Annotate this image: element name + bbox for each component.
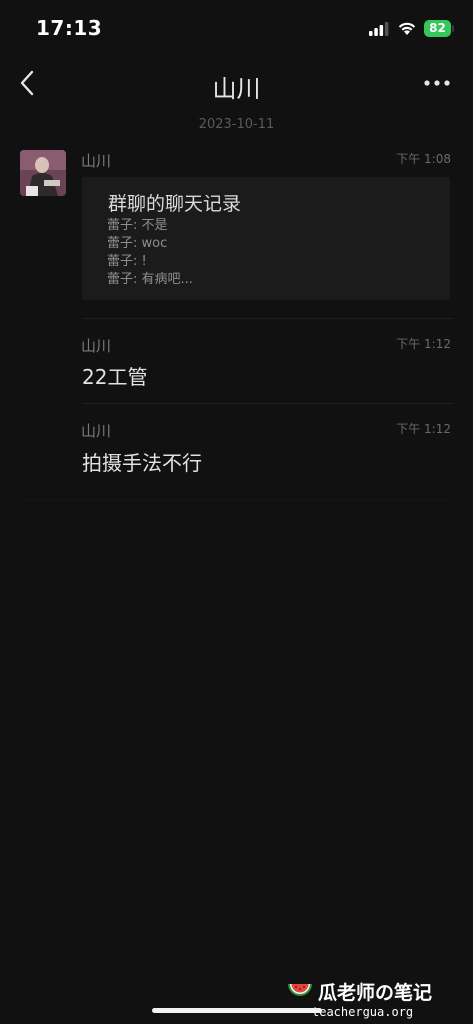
nav-bar: 山川 — [0, 58, 473, 110]
watermark-url: teachergua.org — [312, 1005, 414, 1019]
watermark: 瓜老师の笔记 teachergua.org — [287, 978, 467, 1022]
watermelon-icon — [288, 984, 312, 996]
date-separator: 2023-10-11 — [198, 117, 275, 132]
sender-avatar[interactable] — [20, 150, 66, 196]
status-bar: 17:13 82 — [0, 0, 473, 58]
cellular-signal-icon — [369, 22, 389, 36]
message-divider — [82, 403, 454, 404]
home-indicator[interactable] — [152, 1008, 322, 1013]
chat-record-line: 蕾子: ! — [107, 254, 147, 269]
message-time: 下午 1:12 — [396, 337, 451, 351]
wifi-icon — [398, 22, 416, 35]
message-sender: 山川 — [81, 152, 112, 170]
list-end-divider — [22, 500, 452, 501]
battery-level: 82 — [424, 20, 451, 37]
chat-record-line: 蕾子: 有病吧... — [107, 272, 193, 287]
message-time: 下午 1:08 — [396, 152, 451, 166]
message-sender: 山川 — [81, 422, 112, 440]
battery-cap — [452, 25, 454, 32]
chat-record-card[interactable]: 群聊的聊天记录 蕾子: 不是 蕾子: woc 蕾子: ! 蕾子: 有病吧... — [82, 177, 450, 300]
more-ellipsis-icon[interactable] — [420, 70, 454, 96]
message-time: 下午 1:12 — [396, 422, 451, 436]
message-text[interactable]: 22工管 — [82, 361, 147, 390]
avatar-photo — [20, 150, 66, 196]
message-text[interactable]: 拍摄手法不行 — [82, 447, 202, 476]
status-time: 17:13 — [36, 16, 103, 40]
chat-title: 山川 — [212, 75, 261, 103]
watermark-title: 瓜老师の笔记 — [318, 982, 433, 1004]
chat-record-line: 蕾子: woc — [107, 236, 168, 251]
message-divider — [82, 318, 454, 319]
chat-record-title: 群聊的聊天记录 — [108, 193, 242, 215]
chat-screen: 17:13 82 山川 2023-10-11 山川 下午 1:08 群聊的聊天记… — [0, 0, 473, 1024]
chat-record-line: 蕾子: 不是 — [107, 218, 168, 233]
message-sender: 山川 — [81, 337, 112, 355]
